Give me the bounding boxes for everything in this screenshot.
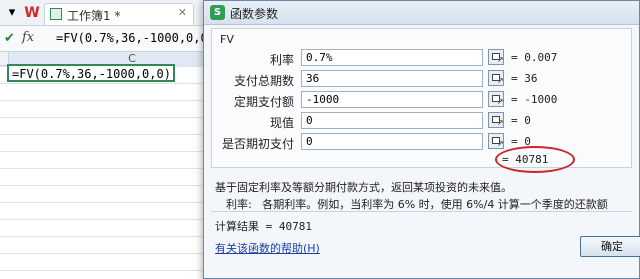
close-icon[interactable]: ✕: [178, 6, 187, 19]
wps-spreadsheet-app-icon: S: [210, 5, 225, 20]
param-input-pv[interactable]: 0: [301, 112, 483, 129]
param-result-nper: = 36: [511, 72, 538, 85]
param-input-type[interactable]: 0: [301, 133, 483, 150]
param-help-text: 各期利率。例如，当利率为 6% 时，使用 6%/4 计算一个季度的还款额: [262, 198, 608, 211]
check-icon[interactable]: ✔: [4, 31, 15, 46]
arrow-icon: ↗: [497, 139, 504, 148]
fx-icon[interactable]: fx: [22, 30, 34, 45]
arrow-icon: ↗: [497, 55, 504, 64]
param-help-name: 利率:: [226, 198, 252, 211]
highlight-oval: [495, 146, 575, 173]
param-input-pmt[interactable]: -1000: [301, 91, 483, 108]
param-input-rate[interactable]: 0.7%: [301, 49, 483, 66]
ok-button[interactable]: 确定: [580, 236, 640, 257]
dialog-titlebar[interactable]: S 函数参数: [204, 1, 639, 25]
divider: [211, 211, 632, 212]
spreadsheet-icon: [50, 8, 62, 20]
param-label-pmt: 定期支付额: [233, 95, 294, 109]
arguments-group: FV 利率 0.7% ↗ = 0.007 支付总期数 36 ↗ = 36 定期支…: [211, 28, 632, 173]
calculation-result: 计算结果 = 40781: [215, 220, 312, 233]
collapse-dialog-button[interactable]: ↗: [488, 112, 504, 128]
param-label-pv: 现值: [269, 116, 294, 130]
param-label-rate: 利率: [269, 53, 294, 67]
wps-menu-icon[interactable]: ▾: [4, 5, 20, 21]
active-cell-content: =FV(0.7%,36,-1000,0,0): [12, 67, 171, 81]
tab-workbook-label: 工作簿1 *: [67, 9, 121, 23]
function-description: 基于固定利率及等额分期付款方式，返回某项投资的未来值。: [215, 181, 512, 194]
dialog-title: 函数参数: [230, 7, 279, 21]
function-name: FV: [220, 33, 234, 46]
param-input-nper[interactable]: 36: [301, 70, 483, 87]
param-help: 利率: 各期利率。例如，当利率为 6% 时，使用 6%/4 计算一个季度的还款额: [226, 196, 608, 212]
arrow-icon: ↗: [497, 97, 504, 106]
tab-workbook[interactable]: 工作簿1 * ✕: [44, 3, 194, 25]
function-help-link[interactable]: 有关该函数的帮助(H): [215, 240, 320, 256]
wps-writer-logo-icon[interactable]: W: [24, 5, 40, 21]
collapse-dialog-button[interactable]: ↗: [488, 49, 504, 65]
formula-input[interactable]: =FV(0.7%,36,-1000,0,0: [56, 31, 208, 45]
param-result-pmt: = -1000: [511, 93, 558, 106]
function-arguments-dialog: S 函数参数 FV 利率 0.7% ↗ = 0.007 支付总期数 36 ↗ =…: [203, 0, 640, 279]
arrow-icon: ↗: [497, 118, 504, 127]
param-result-pv: = 0: [511, 114, 531, 127]
param-result-rate: = 0.007: [511, 51, 558, 64]
collapse-dialog-button[interactable]: ↗: [488, 70, 504, 86]
arrow-icon: ↗: [497, 76, 504, 85]
param-label-type: 是否期初支付: [221, 137, 294, 151]
collapse-dialog-button[interactable]: ↗: [488, 91, 504, 107]
collapse-dialog-button[interactable]: ↗: [488, 133, 504, 149]
active-cell[interactable]: =FV(0.7%,36,-1000,0,0): [7, 64, 175, 82]
param-label-nper: 支付总期数: [233, 74, 294, 88]
